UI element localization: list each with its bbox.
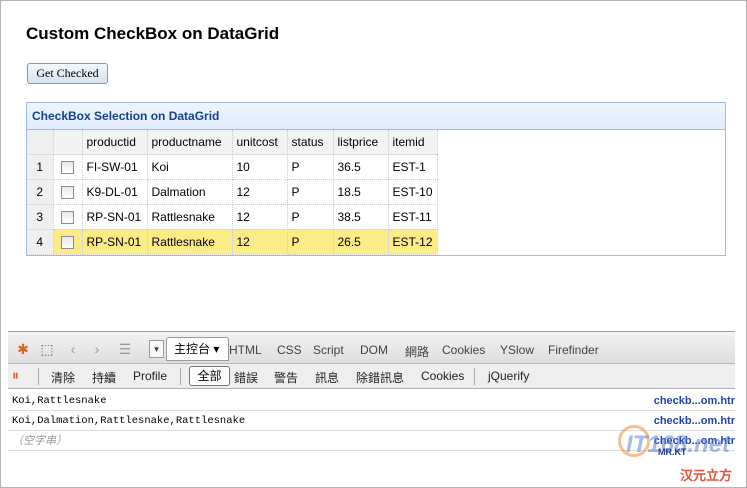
- cell-unitcost: 10: [232, 154, 288, 180]
- cell-status: P: [287, 229, 334, 255]
- get-checked-button[interactable]: Get Checked: [27, 63, 108, 84]
- tab-cookies[interactable]: Cookies: [442, 343, 485, 357]
- menu-icon[interactable]: ☰: [116, 340, 134, 358]
- datagrid-panel: CheckBox Selection on DataGrid productid…: [26, 102, 726, 256]
- tab-html[interactable]: HTML: [229, 343, 262, 357]
- column-header-listprice[interactable]: listprice: [333, 130, 389, 155]
- column-header-itemid[interactable]: itemid: [388, 130, 438, 155]
- column-header-unitcost[interactable]: unitcost: [232, 130, 288, 155]
- filter-cookies-button[interactable]: Cookies: [421, 369, 464, 383]
- separator: [38, 368, 39, 385]
- tab-firefinder[interactable]: Firefinder: [548, 343, 599, 357]
- column-header-status[interactable]: status: [287, 130, 334, 155]
- cell-productid: RP-SN-01: [82, 229, 148, 255]
- table-row-selected[interactable]: 4 RP-SN-01 Rattlesnake 12 P 26.5 EST-12: [27, 229, 438, 255]
- console-log-entry: Koi,Rattlesnake checkb...om.htr: [8, 391, 735, 411]
- log-text: （空字串）: [12, 435, 67, 447]
- tab-dom[interactable]: DOM: [360, 343, 388, 357]
- cell-productname: Rattlesnake: [147, 229, 233, 255]
- datagrid-header-row: productid productname unitcost status li…: [27, 130, 438, 155]
- row-number: 1: [27, 154, 54, 180]
- log-text: Koi,Dalmation,Rattlesnake,Rattlesnake: [12, 415, 246, 427]
- row-number: 2: [27, 179, 54, 205]
- row-number: 3: [27, 204, 54, 230]
- column-header-productname[interactable]: productname: [147, 130, 233, 155]
- cell-itemid: EST-12: [388, 229, 438, 255]
- separator: [474, 368, 475, 385]
- forward-icon[interactable]: ›: [88, 340, 106, 358]
- cell-unitcost: 12: [232, 204, 288, 230]
- cell-productid: RP-SN-01: [82, 204, 148, 230]
- log-text: Koi,Rattlesnake: [12, 395, 107, 407]
- cell-listprice: 36.5: [333, 154, 389, 180]
- tab-yslow[interactable]: YSlow: [500, 343, 534, 357]
- row-number: 4: [27, 229, 54, 255]
- tab-css[interactable]: CSS: [277, 343, 302, 357]
- cell-status: P: [287, 204, 334, 230]
- watermark-logo: IT168.net MR.KT 汉元立方: [618, 425, 743, 485]
- table-row[interactable]: 2 K9-DL-01 Dalmation 12 P 18.5 EST-10: [27, 179, 438, 205]
- table-row[interactable]: 1 FI-SW-01 Koi 10 P 36.5 EST-1: [27, 154, 438, 180]
- datagrid: productid productname unitcost status li…: [27, 130, 438, 255]
- filter-errors-button[interactable]: 錯誤: [234, 369, 258, 386]
- firebug-toolbar: ✱ ⬚ ‹ › ☰ ▾ 主控台 ▾ HTML CSS Script DOM 網路…: [8, 331, 735, 364]
- cell-status: P: [287, 179, 334, 205]
- cell-status: P: [287, 154, 334, 180]
- profile-button[interactable]: Profile: [133, 369, 167, 383]
- row-checkbox[interactable]: [61, 235, 74, 249]
- datagrid-title: CheckBox Selection on DataGrid: [27, 103, 725, 130]
- filter-debug-button[interactable]: 除錯訊息: [356, 369, 404, 386]
- cell-unitcost: 12: [232, 229, 288, 255]
- filter-warnings-button[interactable]: 警告: [274, 369, 298, 386]
- tab-network[interactable]: 網路: [405, 343, 429, 360]
- tab-script[interactable]: Script: [313, 343, 344, 357]
- cell-itemid: EST-10: [388, 179, 438, 205]
- watermark-sub: 汉元立方: [680, 468, 733, 483]
- filter-all-button[interactable]: 全部: [189, 366, 230, 386]
- cell-itemid: EST-11: [388, 204, 438, 230]
- inspect-icon[interactable]: ⬚: [38, 340, 56, 358]
- clear-button[interactable]: 清除: [51, 369, 75, 386]
- column-header-productid[interactable]: productid: [82, 130, 148, 155]
- cell-itemid: EST-1: [388, 154, 438, 180]
- cell-productid: K9-DL-01: [82, 179, 148, 205]
- pause-icon[interactable]: ⏸: [12, 367, 19, 384]
- firebug-icon[interactable]: ✱: [14, 340, 32, 358]
- tab-console[interactable]: 主控台 ▾: [166, 337, 229, 361]
- cell-listprice: 18.5: [333, 179, 389, 205]
- filter-info-button[interactable]: 訊息: [315, 369, 339, 386]
- console-toolbar: ⏸ 清除 持續 Profile 全部 錯誤 警告 訊息 除錯訊息 Cookies…: [8, 364, 735, 389]
- chevron-down-icon[interactable]: ▾: [149, 340, 164, 358]
- log-source-link[interactable]: checkb...om.htr: [654, 391, 735, 411]
- checkbox-header: [53, 130, 83, 155]
- cell-listprice: 38.5: [333, 204, 389, 230]
- table-row[interactable]: 3 RP-SN-01 Rattlesnake 12 P 38.5 EST-11: [27, 204, 438, 230]
- jquerify-button[interactable]: jQuerify: [488, 369, 529, 383]
- row-checkbox[interactable]: [61, 210, 74, 224]
- watermark-mark: MR.KT: [658, 447, 687, 457]
- page-title: Custom CheckBox on DataGrid: [26, 24, 280, 43]
- row-checkbox[interactable]: [61, 160, 74, 174]
- cell-productid: FI-SW-01: [82, 154, 148, 180]
- cell-productname: Dalmation: [147, 179, 233, 205]
- persist-button[interactable]: 持續: [92, 369, 116, 386]
- cell-listprice: 26.5: [333, 229, 389, 255]
- cell-productname: Koi: [147, 154, 233, 180]
- row-checkbox[interactable]: [61, 185, 74, 199]
- cell-unitcost: 12: [232, 179, 288, 205]
- cell-productname: Rattlesnake: [147, 204, 233, 230]
- row-number-header: [27, 130, 54, 155]
- back-icon[interactable]: ‹: [64, 340, 82, 358]
- separator: [180, 368, 181, 385]
